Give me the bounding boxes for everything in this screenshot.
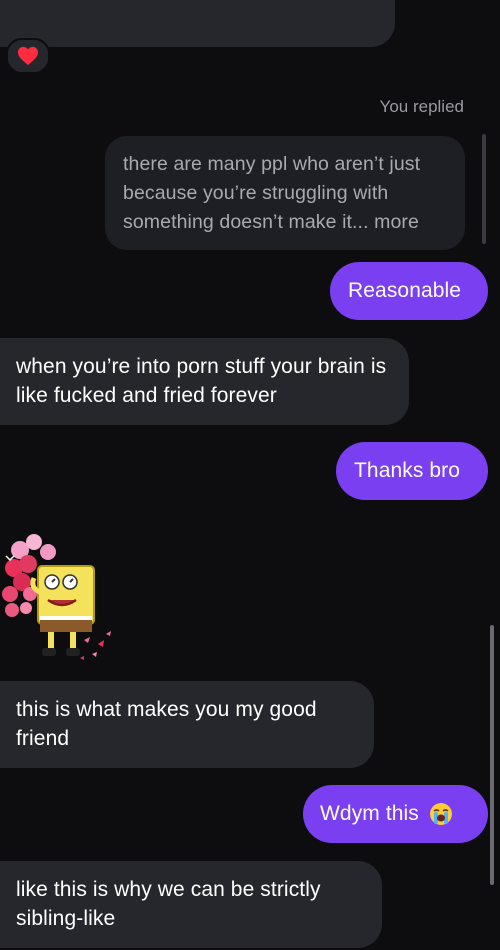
outgoing-message-bubble[interactable]: Thanks bro xyxy=(336,442,488,500)
message-text: this is what makes you my good friend xyxy=(16,698,317,750)
loudly-crying-face-icon xyxy=(429,803,452,826)
message-text: Thanks bro xyxy=(354,459,461,482)
message-text: like this is why we can be strictly sibl… xyxy=(16,878,321,930)
heart-icon xyxy=(18,46,38,66)
incoming-message-bubble[interactable]: when you’re into porn stuff your brain i… xyxy=(0,338,409,425)
scrollbar[interactable] xyxy=(490,625,494,885)
message-text: when you’re into porn stuff your brain i… xyxy=(16,355,387,407)
incoming-message-bubble[interactable]: like this is why we can be strictly sibl… xyxy=(0,861,382,948)
heart-reaction[interactable] xyxy=(6,38,50,74)
incoming-message-bubble[interactable]: this is what makes you my good friend xyxy=(0,681,374,768)
quoted-message-text: there are many ppl who aren’t just becau… xyxy=(123,153,421,233)
message-text: Wdym this xyxy=(320,802,419,825)
message-text: Reasonable xyxy=(348,279,462,302)
reply-label: You replied xyxy=(379,97,464,116)
outgoing-message-bubble[interactable]: Reasonable xyxy=(330,262,488,320)
quote-scroll-indicator xyxy=(482,134,486,244)
previous-message-bubble[interactable]: ok xyxy=(0,0,395,47)
spongebob-sticker[interactable] xyxy=(0,522,120,667)
quoted-message-bubble[interactable]: there are many ppl who aren’t just becau… xyxy=(105,136,465,250)
spongebob-hearts-sticker-icon xyxy=(2,534,111,660)
outgoing-message-bubble[interactable]: Wdym this xyxy=(303,785,488,843)
